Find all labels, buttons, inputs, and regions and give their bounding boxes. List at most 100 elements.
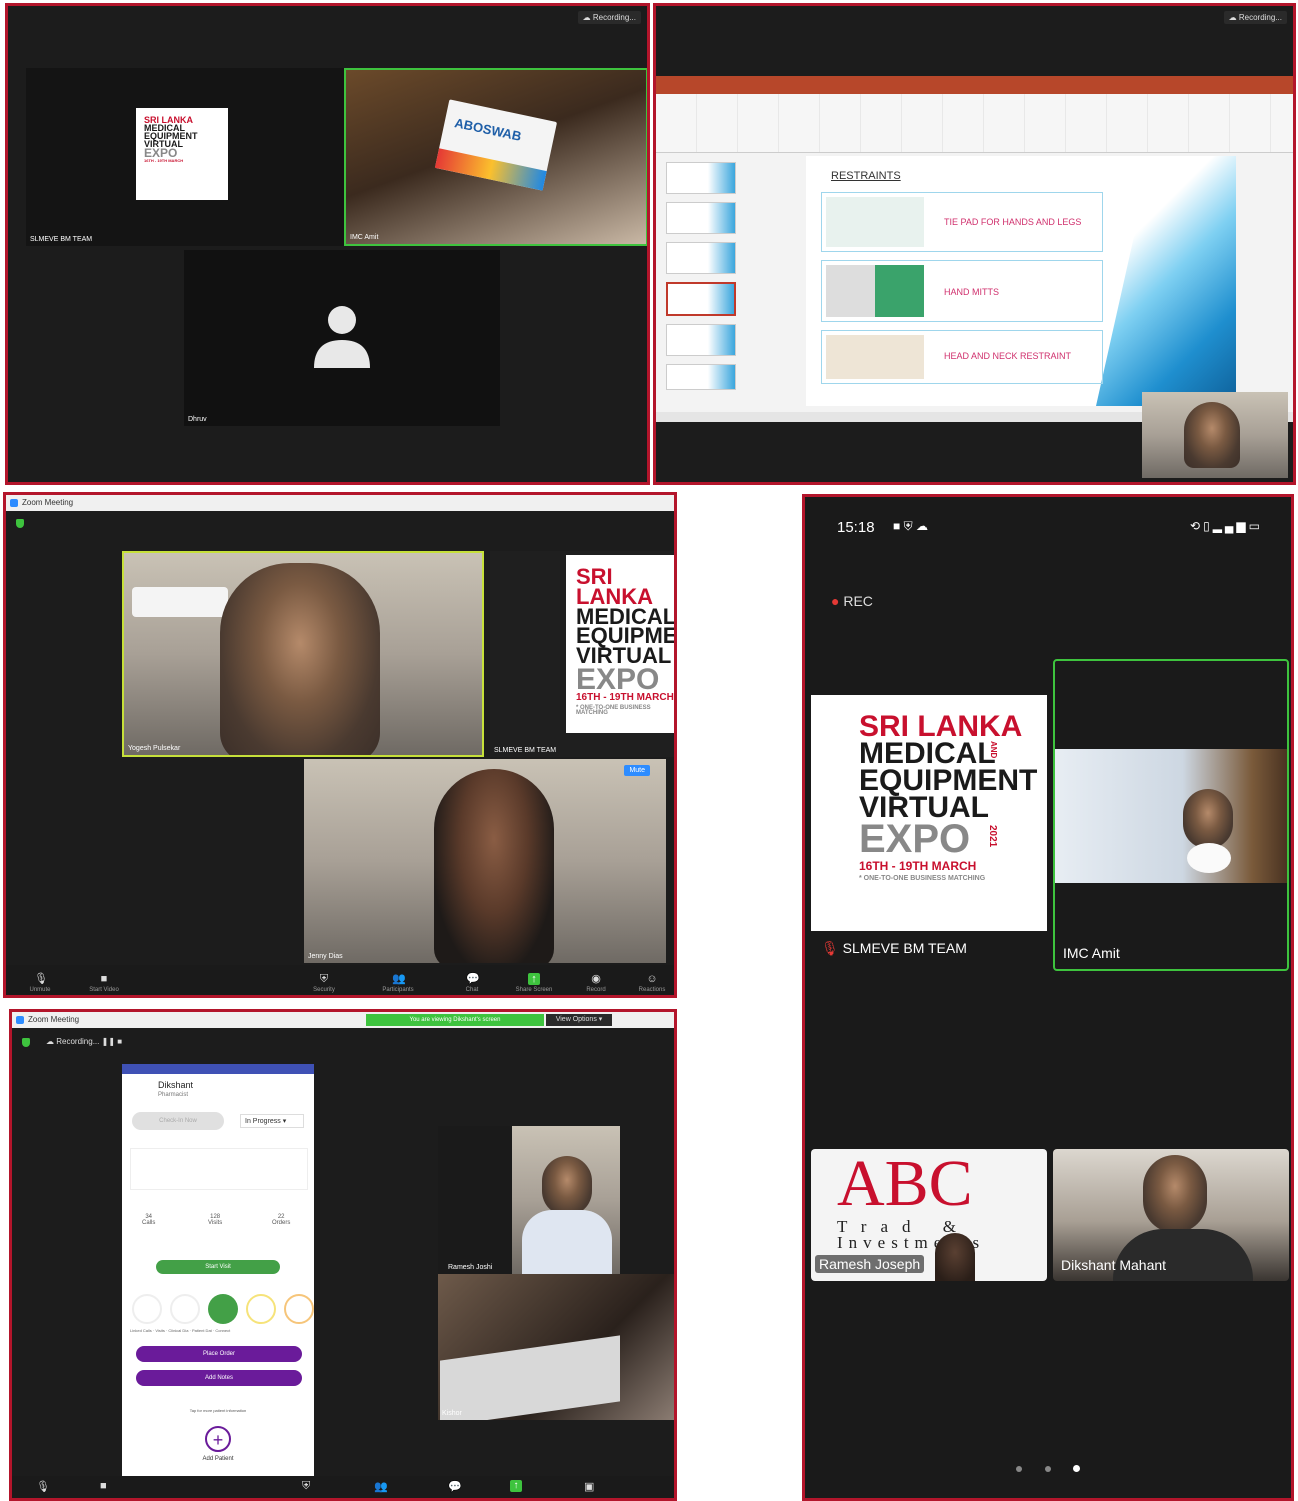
video-tile-dikshant[interactable]: Dikshant Mahant xyxy=(1053,1149,1289,1281)
vibrate-icon: ▯ xyxy=(1203,519,1213,533)
page-dot[interactable] xyxy=(1044,1466,1051,1472)
battery-icon: ▭ xyxy=(1248,519,1263,533)
expo-logo: SRI LANKA MEDICAL EQUIPMENT VIRTUAL EXPO… xyxy=(811,695,1047,931)
share-screen-button[interactable]: ↑ Share Screen xyxy=(514,973,554,993)
unmute-button[interactable]: 🎙 Unmute xyxy=(20,973,60,993)
person-face xyxy=(1184,402,1240,468)
video-off-icon[interactable]: ■ xyxy=(100,1480,107,1492)
shield-icon[interactable]: ⛨ xyxy=(302,1480,310,1493)
status-select[interactable]: In Progress ▾ xyxy=(240,1114,304,1128)
slide-title: RESTRAINTS xyxy=(831,170,901,182)
rec-indicator: ● REC xyxy=(831,593,873,609)
phone-screen: Dikshant Pharmacist Check-In Now In Prog… xyxy=(122,1064,314,1482)
record-button[interactable]: ◉ Record xyxy=(576,973,616,993)
participant-name: Ramesh Joshi xyxy=(448,1264,493,1271)
panel-mobile-zoom: 15:18 ■ ⛨ ☁ ⟲▯▂▄▆▭ ● REC SRI LANKA MEDIC… xyxy=(802,494,1294,1501)
video-tile-presenter[interactable] xyxy=(1142,392,1288,478)
participant-name: Dikshant Mahant xyxy=(1061,1257,1167,1273)
circle-option[interactable] xyxy=(132,1294,162,1324)
record-icon: ◉ xyxy=(591,973,601,985)
person-face xyxy=(542,1156,592,1216)
video-tile-slmeve[interactable]: SRI LANKA MEDICAL EQUIPMENT VIRTUAL EXPO… xyxy=(490,551,674,757)
reactions-button[interactable]: ☺ Reactions xyxy=(632,973,672,993)
recording-status: ☁ Recording... ❚❚ ■ xyxy=(46,1037,123,1046)
start-video-button[interactable]: ■ Start Video xyxy=(84,973,124,993)
person-face xyxy=(220,563,380,755)
stop-icon[interactable]: ■ xyxy=(117,1037,122,1046)
circle-option[interactable] xyxy=(284,1294,314,1324)
product-box: ABOSWAB xyxy=(434,99,558,191)
circle-option[interactable] xyxy=(246,1294,276,1324)
slide-deco xyxy=(1096,156,1236,406)
circle-option[interactable] xyxy=(170,1294,200,1324)
video-tile-dhruv[interactable]: Dhruv xyxy=(184,250,500,426)
security-button[interactable]: ⛨ Security xyxy=(304,973,344,993)
video-tile-speaker[interactable]: Yogesh Pulsekar xyxy=(122,551,484,757)
person-face xyxy=(935,1233,975,1281)
panel-zoom-screen-share: Zoom Meeting You are viewing Dikshant's … xyxy=(9,1009,677,1501)
video-tile-kishor[interactable]: Kishor xyxy=(438,1274,674,1420)
cloud-icon: ☁ xyxy=(582,13,593,22)
mute-button[interactable]: Mute xyxy=(624,765,650,776)
panel4-toolbar: 🎙 ■ ⛨ 👥 💬 ↑ ▣ xyxy=(12,1476,674,1498)
slide-canvas: RESTRAINTS TIE PAD FOR HANDS AND LEGS HA… xyxy=(806,156,1236,406)
rec-dot-icon: ● xyxy=(831,593,840,609)
alarm-icon: ⟲ xyxy=(1190,519,1204,533)
contact-subtitle: Pharmacist xyxy=(158,1092,189,1098)
circle-option[interactable] xyxy=(208,1294,238,1324)
plus-icon: + xyxy=(205,1426,231,1452)
cloud-icon: ☁ xyxy=(46,1037,57,1046)
video-icon: ■ xyxy=(893,519,901,533)
participants-button[interactable]: 👥 Participants xyxy=(378,973,418,993)
option-circles: Linked Calls · Visits · Clinical Dia · P… xyxy=(130,1294,314,1338)
stat-2: 22 Orders xyxy=(272,1214,291,1226)
tap-hint: Tap for more patient information xyxy=(189,1408,247,1413)
slide-row-3: HEAD AND NECK RESTRAINT xyxy=(821,330,1103,384)
video-tile-jenny[interactable]: Mute Jenny Dias xyxy=(304,759,666,963)
video-tile-slmeve[interactable]: SRI LANKA MEDICAL EQUIPMENT VIRTUAL EXPO… xyxy=(811,695,1047,967)
person-face xyxy=(1183,789,1233,849)
mic-muted-icon[interactable]: 🎙 xyxy=(36,1480,50,1493)
slide-row-2: HAND MITTS xyxy=(821,260,1103,322)
participant-name: SLMEVE BM TEAM xyxy=(494,747,557,754)
add-patient-button[interactable]: + Add Patient xyxy=(198,1426,238,1462)
cloud-icon: ☁ xyxy=(915,519,928,533)
page-dot[interactable] xyxy=(1072,1465,1080,1472)
chat-icon[interactable]: 💬 xyxy=(448,1480,462,1493)
share-icon[interactable]: ↑ xyxy=(510,1480,522,1492)
recording-indicator[interactable]: ☁ Recording... xyxy=(1223,11,1287,24)
info-card xyxy=(130,1148,308,1190)
powerpoint-window: RESTRAINTS TIE PAD FOR HANDS AND LEGS HA… xyxy=(656,76,1293,422)
add-notes-button[interactable]: Add Notes xyxy=(136,1370,302,1386)
video-tile-imc-amit[interactable]: ABOSWAB IMC Amit xyxy=(344,68,647,246)
layout-icon[interactable]: ▣ xyxy=(584,1480,594,1493)
video-tile-ramesh-joshi[interactable]: Ramesh Joshi xyxy=(438,1126,620,1274)
video-tile-ramesh-joseph[interactable]: ABC Trad & Investments Ramesh Joseph xyxy=(811,1149,1047,1281)
shield-icon: ⛨ xyxy=(319,973,329,985)
video-tile-imc-amit[interactable]: IMC Amit xyxy=(1053,659,1289,971)
participant-name: 🎙 SLMEVE BM TEAM xyxy=(821,940,967,956)
participant-name: Dhruv xyxy=(188,416,207,423)
phone-statusbar xyxy=(122,1064,314,1074)
pause-icon[interactable]: ❚❚ xyxy=(102,1037,115,1046)
participants-icon[interactable]: 👥 xyxy=(374,1480,388,1493)
start-visit-button[interactable]: Start Visit xyxy=(156,1260,280,1274)
video-image xyxy=(512,1126,620,1274)
stat-1: 128 Visits xyxy=(208,1214,223,1226)
page-dot[interactable] xyxy=(1016,1466,1023,1472)
panel-zoom-gallery-1: ☁ Recording... SRI LANKA MEDICAL EQUIPME… xyxy=(5,3,650,485)
shield-icon[interactable] xyxy=(16,519,24,528)
checkin-button[interactable]: Check-In Now xyxy=(132,1112,224,1130)
shield-icon[interactable] xyxy=(22,1038,30,1047)
participant-name: Yogesh Pulsekar xyxy=(128,745,181,752)
view-options-button[interactable]: View Options ▾ xyxy=(546,1014,612,1026)
participant-name: IMC Amit xyxy=(1063,945,1120,961)
ppt-titlebar xyxy=(656,76,1293,94)
place-order-button[interactable]: Place Order xyxy=(136,1346,302,1362)
ppt-ribbon xyxy=(656,94,1293,153)
chat-button[interactable]: 💬 Chat xyxy=(452,973,492,993)
participants-icon: 👥 xyxy=(392,973,406,985)
recording-indicator[interactable]: ☁ Recording... xyxy=(577,11,641,24)
stat-0: 34 Calls xyxy=(142,1214,156,1226)
video-tile-slmeve[interactable]: SRI LANKA MEDICAL EQUIPMENT VIRTUAL EXPO… xyxy=(26,68,344,246)
